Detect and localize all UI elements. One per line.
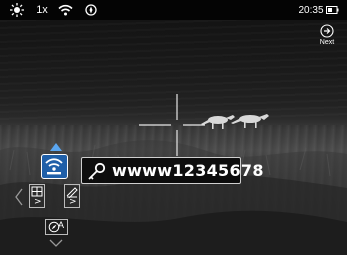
edit-arrow: > (69, 197, 77, 207)
clock-time: 20:35 (298, 4, 324, 16)
edit-settings-button[interactable]: > (64, 184, 80, 208)
key-icon (88, 162, 106, 180)
wifi-password-popup: wwww12345678 (81, 157, 263, 184)
battery-icon (325, 2, 339, 18)
wifi-password-text: wwww12345678 (112, 161, 264, 180)
brightness-icon[interactable] (9, 2, 25, 18)
reticle (139, 94, 205, 156)
zoom-level[interactable]: 1x (35, 2, 49, 18)
scroll-up-icon[interactable] (50, 143, 62, 151)
chevron-down-icon[interactable] (49, 239, 63, 247)
compass-status-icon (84, 2, 98, 18)
grid-settings-button[interactable]: > (29, 184, 45, 208)
animals-silhouette (201, 114, 269, 129)
next-arrow-icon (320, 24, 334, 38)
compass-mode-button[interactable] (45, 219, 68, 235)
status-bar: 1x 20:35 (0, 0, 347, 20)
next-button[interactable]: Next (314, 24, 340, 52)
next-label: Next (319, 39, 335, 46)
wifi-status-icon (57, 2, 73, 18)
compass-mode-label: A (58, 220, 65, 230)
thermal-viewfinder: 1x 20:35 Next > > A wwww12345678 (0, 0, 347, 255)
wifi-icon (45, 158, 63, 175)
grid-arrow: > (34, 197, 42, 207)
chevron-left-icon[interactable] (14, 188, 24, 206)
wifi-menu-button[interactable] (41, 154, 68, 179)
